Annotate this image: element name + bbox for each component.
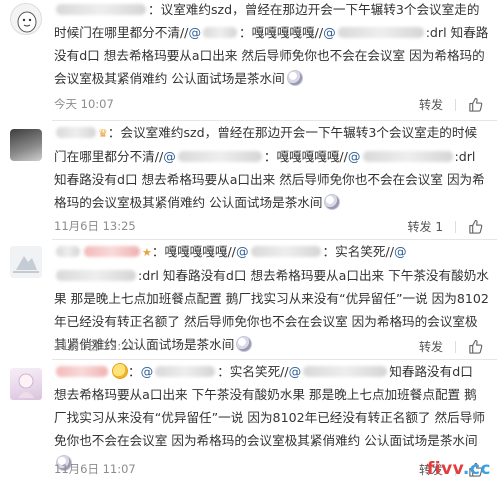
mention-link[interactable]: @ [323, 25, 336, 40]
comment-actions: 转发 [419, 338, 483, 355]
comment-actions: 转发 [419, 96, 483, 113]
avatar-face-drawing [17, 11, 37, 33]
watermark-left: fivv [426, 459, 463, 479]
repost-count: 1 [435, 220, 443, 234]
redacted-mention[interactable] [56, 270, 136, 281]
timestamp: 今天 10:07 [54, 97, 114, 111]
action-divider [455, 340, 456, 353]
comment-actions: 转发 1 [408, 218, 483, 235]
like-thumb-icon[interactable] [468, 97, 483, 112]
text-segment: ：嘎嘎嘎嘎嘎// [239, 25, 324, 40]
comment-item: ★：嘎嘎嘎嘎嘎//@ ：实名笑死//@:drl 知春路没有d口 想去希格玛要从a口… [0, 240, 497, 358]
repost-button[interactable]: 转发 [419, 96, 443, 113]
action-divider [455, 98, 456, 111]
redacted-mention[interactable] [362, 151, 453, 162]
avatar[interactable] [10, 246, 42, 278]
timestamp: 11月6日 13:25 [54, 219, 136, 233]
redacted-username[interactable] [56, 4, 146, 15]
text-segment: ：实名笑死// [217, 364, 289, 379]
comment-meta: 11月6日 11:07 转发 [54, 461, 483, 479]
text-prefix: ： [148, 2, 161, 17]
comment-item: ：议室难约szd，曾经在那边开会一下午辗转3个会议室走的时候门在哪里都分不清//… [0, 0, 497, 118]
timestamp: 11月6日 12:21 [54, 339, 136, 353]
repost-button[interactable]: 转发 1 [408, 218, 443, 235]
redacted-username[interactable] [56, 246, 80, 257]
mention-link[interactable]: @ [394, 244, 407, 259]
comment-meta: 11月6日 12:21 转发 [54, 338, 483, 356]
text-prefix: ：嘎嘎嘎嘎嘎// [151, 244, 236, 259]
avatar[interactable] [10, 129, 42, 161]
text-segment: ：嘎嘎嘎嘎嘎// [263, 149, 348, 164]
emoji-icon [286, 70, 303, 86]
redacted-mention[interactable] [177, 151, 262, 162]
avatar-drawing [18, 373, 34, 398]
badge-icon: ★ [142, 246, 152, 259]
redacted-mention[interactable] [337, 27, 424, 38]
redacted-mention[interactable] [203, 27, 238, 38]
comment-item: ♛：会议室难约szd，曾经在那边开会一下午辗转3个会议室走的时候门在哪里都分不清… [0, 121, 497, 239]
mention-link[interactable]: @ [141, 364, 154, 379]
watermark-right: cc [469, 459, 491, 479]
redacted-mention[interactable] [303, 366, 388, 377]
avatar[interactable] [10, 368, 42, 400]
redacted-username[interactable] [56, 127, 96, 138]
repost-button[interactable]: 转发 [419, 338, 443, 355]
text-prefix: ： [128, 364, 141, 379]
mention-link[interactable]: @ [289, 364, 302, 379]
mention-link[interactable]: @ [236, 244, 249, 259]
avatar[interactable] [10, 3, 42, 35]
avatar-drawing [13, 256, 39, 273]
comment-meta: 11月6日 13:25 转发 1 [54, 218, 483, 236]
comment-meta: 今天 10:07 转发 [54, 96, 483, 114]
timestamp: 11月6日 11:07 [54, 462, 136, 476]
watermark-dot: . [462, 459, 470, 479]
redacted-username[interactable] [84, 246, 140, 257]
text-prefix: ： [107, 125, 121, 140]
like-thumb-icon[interactable] [468, 219, 483, 234]
face-emoji-icon [112, 363, 128, 379]
action-divider [455, 220, 456, 233]
mention-link[interactable]: @ [188, 25, 201, 40]
watermark: fivv.cc [427, 459, 491, 479]
comment-text: ♛：会议室难约szd，曾经在那边开会一下午辗转3个会议室走的时候门在哪里都分不清… [54, 121, 489, 214]
badge-icon: ♛ [98, 127, 108, 140]
text-segment: ：实名笑死// [322, 244, 394, 259]
comment-text: ：议室难约szd，曾经在那边开会一下午辗转3个会议室走的时候门在哪里都分不清//… [54, 0, 489, 90]
redacted-mention[interactable] [155, 366, 216, 377]
repost-label: 转发 [407, 220, 432, 234]
like-thumb-icon[interactable] [468, 339, 483, 354]
mention-link[interactable]: @ [348, 149, 361, 164]
comment-text: ：@ ：实名笑死//@ 知春路没有d口 想去希格玛要从a口出来 下午茶没有酸奶水果 … [54, 360, 489, 475]
comment-item: ：@ ：实名笑死//@ 知春路没有d口 想去希格玛要从a口出来 下午茶没有酸奶水果 … [0, 360, 497, 485]
mention-link[interactable]: @ [163, 149, 176, 164]
redacted-mention[interactable] [250, 246, 321, 257]
redacted-username[interactable] [56, 366, 108, 377]
emoji-icon [324, 194, 341, 210]
